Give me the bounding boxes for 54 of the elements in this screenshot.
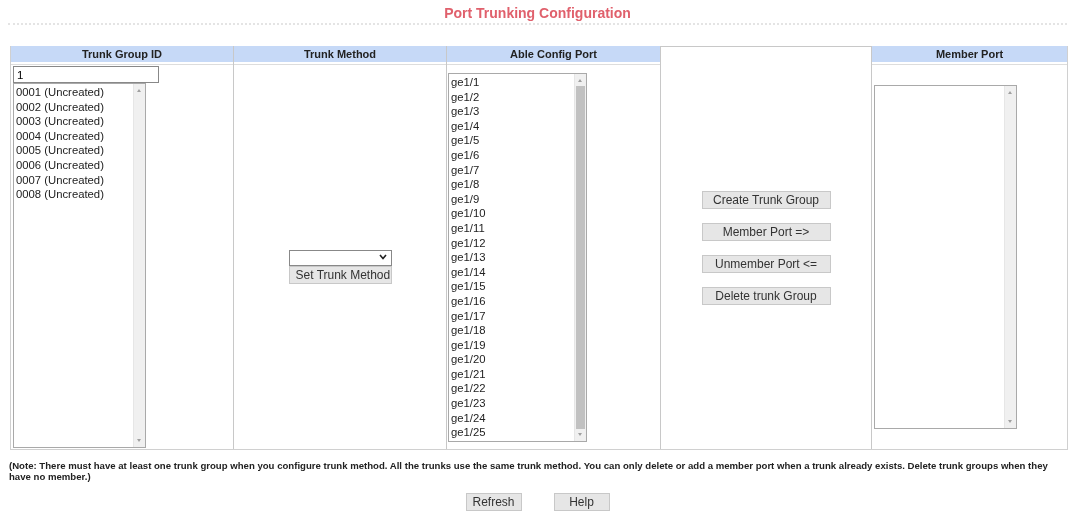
list-option[interactable]: ge1/21 bbox=[451, 366, 572, 382]
action-button[interactable]: Member Port => bbox=[701, 223, 831, 241]
chevron-down-icon bbox=[378, 253, 387, 260]
action-button[interactable]: Unmember Port <= bbox=[701, 255, 831, 273]
list-option[interactable]: 0006 (Uncreated) bbox=[16, 157, 131, 173]
list-option[interactable]: ge1/7 bbox=[451, 162, 572, 178]
footer-button[interactable]: Help bbox=[553, 493, 610, 511]
list-box[interactable]: 0001 (Uncreated) 0002 (Uncreated) 0003 (Uncreated) 0004 (Uncreated) 0005 (Uncreated) 0006 (Uncreated) 0007 (Uncreated) 0008 (Uncreated) bbox=[13, 83, 146, 448]
list-option[interactable]: ge1/2 bbox=[451, 89, 572, 105]
action-button[interactable]: Delete trunk Group bbox=[701, 287, 831, 305]
list-option[interactable]: ge1/25 bbox=[451, 425, 572, 440]
list-option[interactable]: ge1/13 bbox=[451, 250, 572, 265]
note-text: (Note: There must have at least one trunk group when you configure trunk method. All the trunks use the same trunk method. You can only delete or add a member port when a trunk already exists. Delete trunk groups when they have no member.) bbox=[9, 460, 1049, 482]
list-option[interactable]: ge1/10 bbox=[451, 206, 572, 221]
list-option[interactable]: 0008 (Uncreated) bbox=[16, 187, 131, 202]
list-option[interactable]: ge1/9 bbox=[451, 191, 572, 207]
list-option[interactable]: ge1/8 bbox=[451, 177, 572, 192]
column-header: Trunk Method bbox=[234, 46, 446, 64]
list-option[interactable]: ge1/15 bbox=[451, 279, 572, 294]
list-option[interactable]: 0003 (Uncreated) bbox=[16, 114, 131, 129]
scrollbar[interactable] bbox=[574, 74, 586, 441]
scrollbar[interactable] bbox=[1004, 86, 1016, 428]
footer-button[interactable]: Refresh bbox=[465, 493, 522, 511]
list-option[interactable]: ge1/14 bbox=[451, 264, 572, 280]
scrollbar[interactable] bbox=[133, 84, 145, 447]
list-option[interactable]: ge1/12 bbox=[451, 235, 572, 251]
list-option[interactable]: ge1/6 bbox=[451, 147, 572, 163]
list-option[interactable]: ge1/19 bbox=[451, 337, 572, 353]
list-box[interactable] bbox=[874, 85, 1017, 429]
list-option[interactable]: 0007 (Uncreated) bbox=[16, 172, 131, 188]
list-box[interactable]: ge1/1 ge1/2 ge1/3 ge1/4 ge1/5 ge1/6 ge1/7 ge1/8 ge1/9 ge1/10 ge1/11 ge1/12 ge1/13 ge1/14 ge1/15 ge1/16 ge1/17 ge1/18 ge1/19 ge1/20 ge1/21 ge1/22 ge1/23 ge1/24 ge1/25 bbox=[448, 73, 587, 442]
list-option[interactable]: ge1/23 bbox=[451, 396, 572, 411]
list-option[interactable]: 0002 (Uncreated) bbox=[16, 99, 131, 115]
column-header: Member Port bbox=[872, 46, 1067, 64]
list-option[interactable]: 0001 (Uncreated) bbox=[16, 85, 131, 100]
list-option[interactable]: ge1/18 bbox=[451, 323, 572, 338]
list-option[interactable]: ge1/16 bbox=[451, 293, 572, 309]
page-title: Port Trunking Configuration bbox=[443, 4, 632, 21]
list-option[interactable]: ge1/4 bbox=[451, 118, 572, 134]
input-field[interactable]: 1 bbox=[13, 66, 159, 83]
list-option[interactable]: ge1/3 bbox=[451, 104, 572, 119]
list-option[interactable]: 0004 (Uncreated) bbox=[16, 128, 131, 144]
list-option[interactable]: ge1/11 bbox=[451, 220, 572, 236]
list-option[interactable]: ge1/24 bbox=[451, 410, 572, 426]
list-option[interactable]: 0005 (Uncreated) bbox=[16, 143, 131, 158]
column-header: Trunk Group ID bbox=[11, 46, 233, 64]
dropdown[interactable] bbox=[288, 249, 392, 266]
list-option[interactable]: ge1/1 bbox=[451, 75, 572, 90]
list-option[interactable]: ge1/17 bbox=[451, 308, 572, 324]
action-button[interactable]: Create Trunk Group bbox=[701, 191, 831, 209]
list-option[interactable]: ge1/5 bbox=[451, 133, 572, 148]
column-header: Able Config Port bbox=[447, 46, 660, 64]
list-option[interactable]: ge1/22 bbox=[451, 381, 572, 397]
list-option[interactable]: ge1/20 bbox=[451, 352, 572, 367]
